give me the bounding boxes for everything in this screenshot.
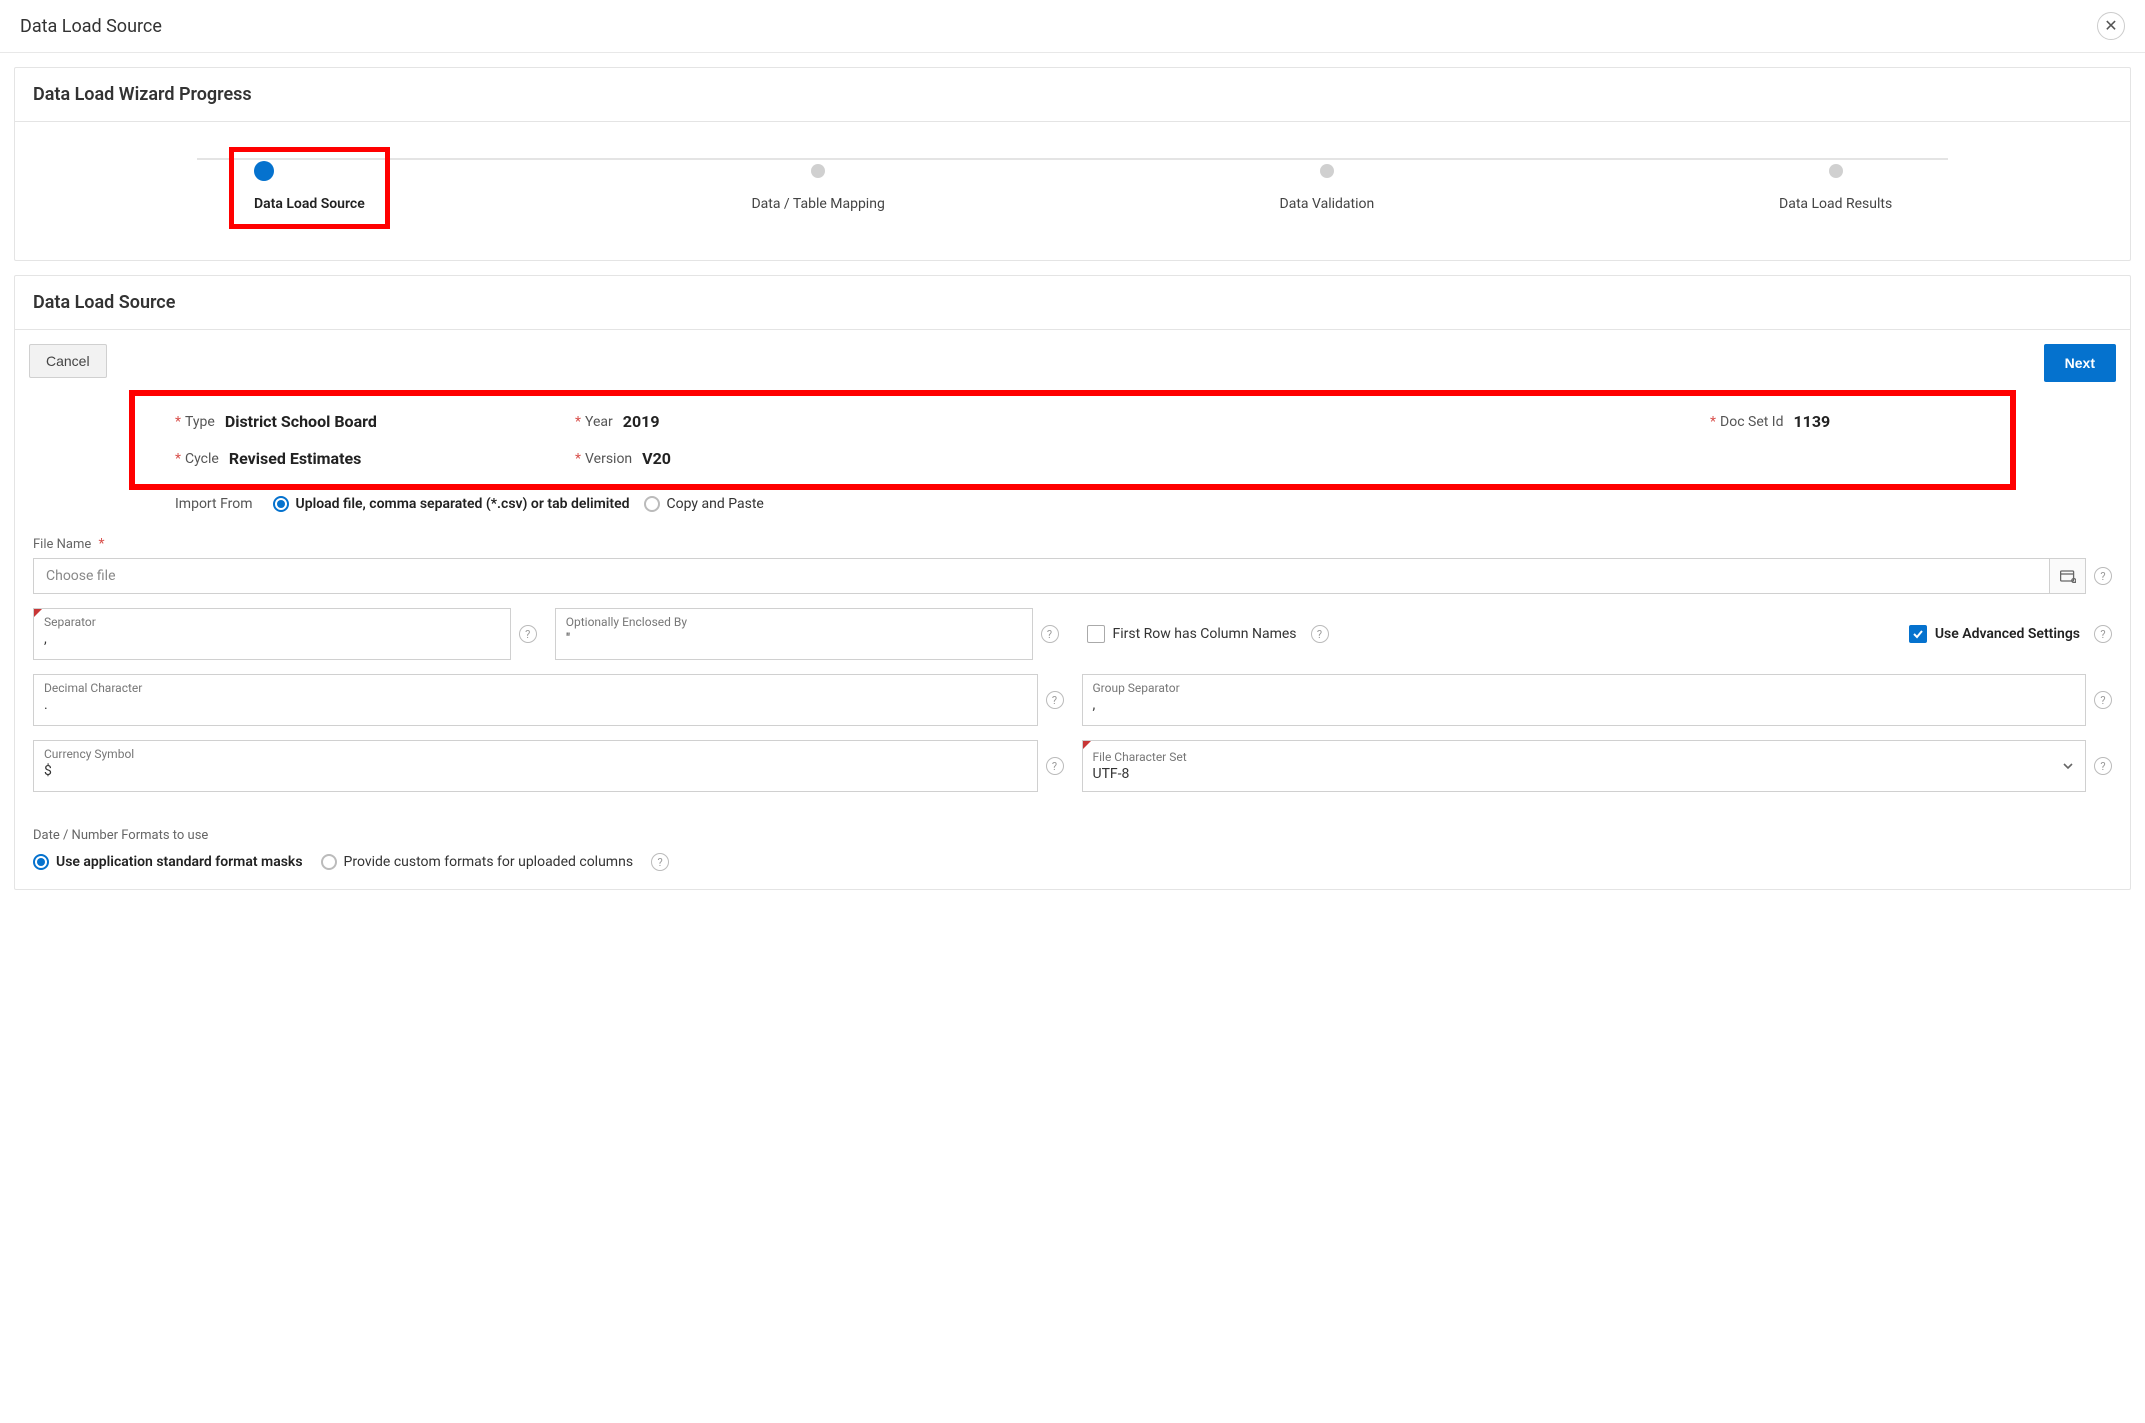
enclosed-by-input[interactable]: Optionally Enclosed By " (555, 608, 1033, 660)
radio-unchecked-icon (644, 496, 660, 512)
cancel-button[interactable]: Cancel (29, 344, 107, 378)
help-icon[interactable]: ? (2094, 567, 2112, 585)
currency-symbol-label: Currency Symbol (44, 747, 1027, 761)
import-from-label: Import From (175, 496, 253, 512)
decimal-character-input[interactable]: Decimal Character . (33, 674, 1038, 726)
file-name-input[interactable]: Choose file (33, 558, 2086, 594)
help-icon[interactable]: ? (2094, 757, 2112, 775)
help-icon[interactable]: ? (2094, 625, 2112, 643)
help-icon[interactable]: ? (651, 853, 669, 871)
version-value: V20 (642, 449, 671, 468)
required-icon: * (99, 536, 105, 552)
import-upload-label: Upload file, comma separated (*.csv) or … (296, 496, 630, 512)
enclosed-by-label: Optionally Enclosed By (566, 615, 1022, 629)
group-separator-value: , (1093, 697, 2076, 713)
docset-label: Doc Set Id (1720, 414, 1783, 430)
wizard-step-validation[interactable]: Data Validation (1073, 164, 1582, 212)
doc-info-block: * Type District School Board * Year 2019… (135, 396, 2010, 484)
separator-value: , (44, 631, 500, 647)
year-value: 2019 (623, 412, 660, 431)
charset-value: UTF-8 (1093, 766, 1187, 782)
radio-checked-icon (273, 496, 289, 512)
docset-value: 1139 (1794, 412, 1831, 431)
step-dot-icon (811, 164, 825, 178)
cycle-label: Cycle (185, 451, 219, 467)
group-separator-input[interactable]: Group Separator , (1082, 674, 2087, 726)
help-icon[interactable]: ? (1046, 691, 1064, 709)
check-icon (1912, 628, 1924, 640)
currency-symbol-value: $ (44, 763, 1027, 779)
help-icon[interactable]: ? (2094, 691, 2112, 709)
page-title: Data Load Source (20, 16, 162, 37)
radio-checked-icon (33, 854, 49, 870)
format-custom-radio[interactable]: Provide custom formats for uploaded colu… (321, 854, 634, 870)
data-load-source-panel: Data Load Source Cancel Next * Type Dist… (14, 275, 2131, 890)
chevron-down-icon (2061, 759, 2075, 773)
required-icon: * (1710, 414, 1716, 430)
help-icon[interactable]: ? (1046, 757, 1064, 775)
format-standard-label: Use application standard format masks (56, 854, 303, 870)
first-row-checkbox[interactable] (1087, 625, 1105, 643)
step-label: Data / Table Mapping (751, 196, 884, 212)
decimal-character-label: Decimal Character (44, 681, 1027, 695)
separator-label: Separator (44, 615, 500, 629)
step-dot-icon (1320, 164, 1334, 178)
step-label: Data Load Source (254, 196, 365, 212)
file-name-placeholder: Choose file (34, 568, 2049, 584)
required-icon: * (575, 414, 581, 430)
import-copy-radio[interactable]: Copy and Paste (644, 496, 764, 512)
formats-title: Date / Number Formats to use (33, 828, 2112, 843)
next-button[interactable]: Next (2044, 344, 2116, 382)
charset-select[interactable]: File Character Set UTF-8 (1082, 740, 2087, 792)
advanced-settings-checkbox[interactable] (1909, 625, 1927, 643)
browse-button[interactable] (2049, 559, 2085, 593)
browse-folder-icon (2060, 569, 2076, 583)
type-label: Type (185, 414, 215, 430)
import-copy-label: Copy and Paste (667, 496, 764, 512)
currency-symbol-input[interactable]: Currency Symbol $ (33, 740, 1038, 792)
wizard-progress-panel: Data Load Wizard Progress Data Load Sour… (14, 67, 2131, 261)
separator-input[interactable]: Separator , (33, 608, 511, 660)
step-label: Data Load Results (1779, 196, 1892, 212)
help-icon[interactable]: ? (1311, 625, 1329, 643)
group-separator-label: Group Separator (1093, 681, 2076, 695)
close-button[interactable]: ✕ (2097, 12, 2125, 40)
cycle-value: Revised Estimates (229, 449, 362, 468)
help-icon[interactable]: ? (519, 625, 537, 643)
file-name-label: File Name * (33, 536, 2112, 552)
advanced-settings-label: Use Advanced Settings (1935, 626, 2080, 642)
source-panel-title: Data Load Source (33, 292, 2112, 313)
required-icon: * (575, 451, 581, 467)
radio-unchecked-icon (321, 854, 337, 870)
wizard-step-source[interactable]: Data Load Source (55, 150, 564, 226)
type-value: District School Board (225, 412, 377, 431)
decimal-character-value: . (44, 697, 1027, 713)
import-upload-radio[interactable]: Upload file, comma separated (*.csv) or … (273, 496, 630, 512)
enclosed-by-value: " (566, 631, 1022, 647)
version-label: Version (585, 451, 632, 467)
step-label: Data Validation (1280, 196, 1375, 212)
close-icon: ✕ (2104, 16, 2117, 36)
required-icon: * (175, 414, 181, 430)
format-custom-label: Provide custom formats for uploaded colu… (344, 854, 634, 870)
year-label: Year (585, 414, 613, 430)
wizard-step-mapping[interactable]: Data / Table Mapping (564, 164, 1073, 212)
required-icon: * (175, 451, 181, 467)
first-row-label: First Row has Column Names (1113, 626, 1297, 642)
help-icon[interactable]: ? (1041, 625, 1059, 643)
step-dot-icon (1829, 164, 1843, 178)
step-dot-active-icon (254, 161, 274, 181)
wizard-panel-title: Data Load Wizard Progress (33, 84, 2112, 105)
charset-label: File Character Set (1093, 750, 1187, 764)
format-standard-radio[interactable]: Use application standard format masks (33, 854, 303, 870)
wizard-step-results[interactable]: Data Load Results (1581, 164, 2090, 212)
